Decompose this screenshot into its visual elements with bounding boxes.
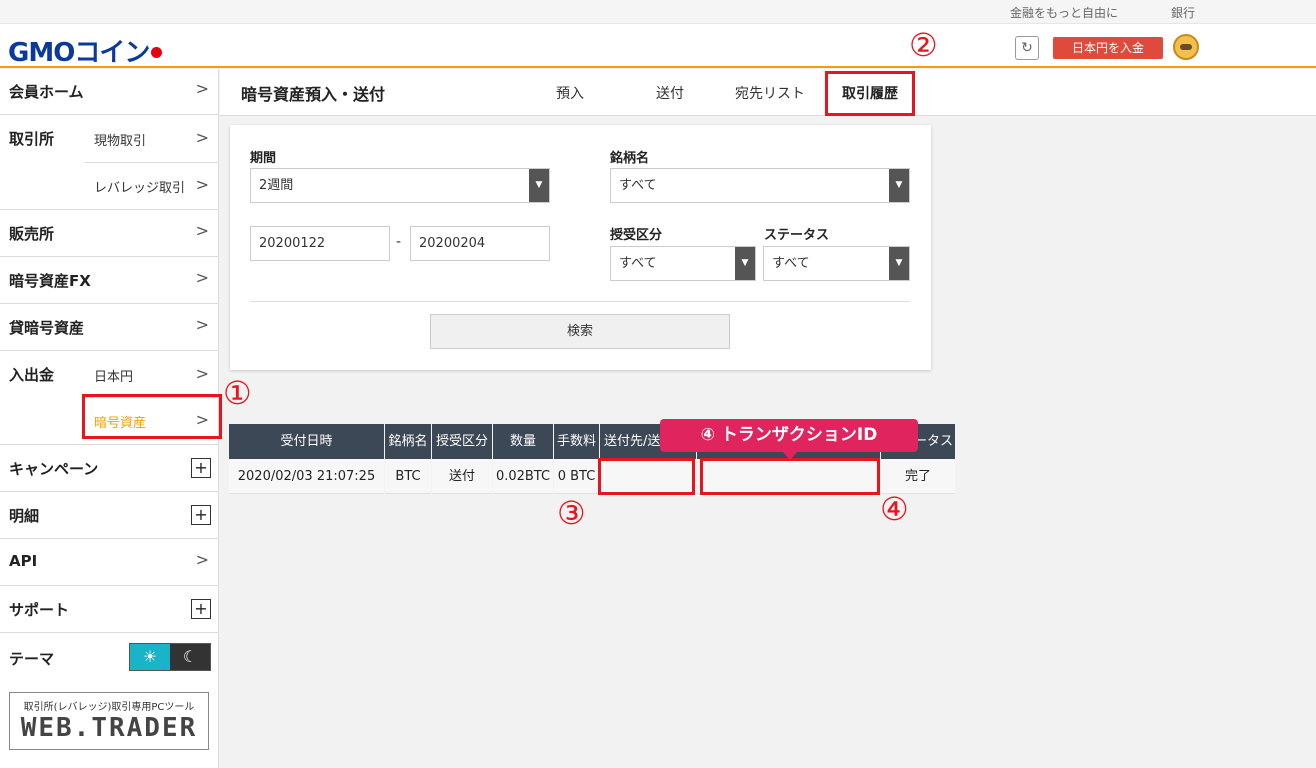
sidebar-item-lending[interactable]: 貸暗号資産 > [0, 304, 219, 351]
table-cell-status: 完了 [881, 459, 955, 494]
column-header: 手数料 [554, 424, 599, 459]
sidebar-item-label: サポート [9, 601, 70, 619]
table-cell: 0.02BTC [493, 459, 553, 494]
top-utility-bar: 金融をもっと自由に 銀行 [0, 0, 1316, 24]
main-header: 暗号資産預入・送付 預入 送付 宛先リスト 取引履歴 [220, 69, 1316, 116]
page-title: 暗号資産預入・送付 [241, 85, 386, 104]
divider [84, 162, 219, 163]
webtrader-banner[interactable]: 取引所(レバレッジ)取引専用PCツール WEB.TRADER [9, 692, 209, 750]
webtrader-logo: WEB.TRADER [20, 713, 198, 743]
annotation-mark-4: ④ [880, 490, 909, 528]
date-to-input[interactable]: 20200204 [410, 226, 550, 261]
gmo-coin-logo[interactable]: GMOコイン [8, 32, 163, 69]
sidebar-item-sales[interactable]: 販売所 > [0, 210, 219, 257]
column-header: 銘柄名 [385, 424, 431, 459]
divider [250, 301, 910, 302]
sidebar-item-member-home[interactable]: 会員ホーム > [0, 69, 219, 115]
sidebar-item-label: 明細 [9, 507, 40, 525]
sidebar-item-label: 販売所 [9, 225, 55, 243]
plus-icon[interactable]: + [191, 505, 211, 525]
sidebar-group-title: 入出金 [9, 366, 55, 384]
moon-icon[interactable]: ☾ [170, 644, 210, 670]
chevron-right-icon: > [195, 364, 209, 383]
chevron-right-icon: > [195, 79, 209, 98]
sidebar-item-jpy[interactable]: 日本円 [94, 366, 133, 385]
status-label: ステータス [764, 228, 830, 243]
highlight-box-history-tab [825, 71, 915, 116]
chevron-right-icon: > [195, 268, 209, 287]
dropdown-arrow-icon: ▼ [529, 169, 549, 202]
column-header: 受付日時 [229, 424, 384, 459]
sun-icon[interactable]: ☀ [130, 644, 170, 670]
table-cell: 0 BTC [554, 459, 599, 494]
brand-value: すべて [619, 178, 657, 193]
chevron-right-icon: > [195, 315, 209, 334]
logo-dot-icon [151, 47, 163, 58]
chevron-right-icon: > [195, 128, 209, 147]
deposit-jpy-button[interactable]: 日本円を入金 [1053, 37, 1163, 59]
sidebar-group-exchange: 取引所 現物取引 > レバレッジ取引 > [0, 116, 219, 210]
sidebar-item-fx[interactable]: 暗号資産FX > [0, 257, 219, 304]
brand-select[interactable]: すべて ▼ [610, 168, 910, 203]
status-select[interactable]: すべて ▼ [763, 246, 910, 281]
tab-address-list[interactable]: 宛先リスト [735, 83, 805, 103]
dropdown-arrow-icon: ▼ [889, 169, 909, 202]
theme-label: テーマ [9, 650, 55, 668]
brand-label: 銘柄名 [610, 151, 650, 166]
highlight-box-crypto [82, 394, 222, 439]
tab-send[interactable]: 送付 [656, 83, 684, 103]
column-header: 授受区分 [432, 424, 492, 459]
type-select[interactable]: すべて ▼ [610, 246, 756, 281]
period-select[interactable]: 2週間 ▼ [250, 168, 550, 203]
callout-transaction-id: ④ トランザクションID [660, 419, 918, 460]
sidebar-item-statement[interactable]: 明細 + [0, 492, 219, 539]
plus-icon[interactable]: + [191, 458, 211, 478]
status-value: すべて [772, 256, 810, 271]
dropdown-arrow-icon: ▼ [889, 247, 909, 280]
theme-toggle[interactable]: ☀ ☾ [129, 643, 211, 671]
refresh-icon[interactable]: ↻ [1015, 36, 1039, 60]
annotation-mark-3: ③ [557, 494, 586, 532]
header: GMOコイン ↻ 日本円を入金 [0, 24, 1316, 68]
period-label: 期間 [250, 151, 277, 166]
type-value: すべて [619, 256, 657, 271]
chevron-right-icon: > [195, 221, 209, 240]
avatar-icon[interactable] [1173, 34, 1199, 60]
chevron-right-icon: > [195, 175, 209, 194]
sidebar-item-label: 暗号資産FX [9, 272, 91, 290]
sidebar-item-label: API [9, 552, 38, 570]
webtrader-caption: 取引所(レバレッジ)取引専用PCツール [23, 702, 195, 713]
annotation-mark-2: ② [909, 26, 938, 64]
plus-icon[interactable]: + [191, 599, 211, 619]
top-link-bank[interactable]: 銀行 [1171, 4, 1195, 21]
sidebar-item-label: 貸暗号資産 [9, 319, 85, 337]
sidebar-item-label: キャンペーン [9, 460, 99, 478]
sidebar-item-api[interactable]: API > [0, 539, 219, 586]
search-button[interactable]: 検索 [430, 314, 730, 349]
sidebar-group-title: 取引所 [9, 130, 55, 148]
dropdown-arrow-icon: ▼ [735, 247, 755, 280]
table-cell: BTC [385, 459, 431, 494]
period-value: 2週間 [259, 178, 294, 193]
annotation-mark-1: ① [223, 374, 252, 412]
sidebar-item-support[interactable]: サポート + [0, 586, 219, 633]
table-cell: 2020/02/03 21:07:25 [229, 459, 384, 494]
tab-deposit[interactable]: 預入 [556, 83, 584, 103]
filter-panel: 期間 2週間 ▼ 銘柄名 すべて ▼ 20200122 - 20200204 授… [230, 125, 931, 370]
type-label: 授受区分 [610, 228, 663, 243]
sidebar-item-label: 会員ホーム [9, 83, 84, 101]
column-header: 数量 [493, 424, 553, 459]
chevron-right-icon: > [195, 550, 209, 569]
table-cell: 送付 [432, 459, 492, 494]
sidebar-item-campaign[interactable]: キャンペーン + [0, 445, 219, 492]
date-separator: - [396, 234, 402, 250]
highlight-box-destination [598, 458, 695, 495]
date-from-input[interactable]: 20200122 [250, 226, 390, 261]
sidebar-item-spot[interactable]: 現物取引 [94, 130, 146, 149]
top-link-finance[interactable]: 金融をもっと自由に [1010, 4, 1118, 21]
highlight-box-txid [700, 458, 880, 495]
sidebar-item-leverage[interactable]: レバレッジ取引 [94, 177, 185, 196]
